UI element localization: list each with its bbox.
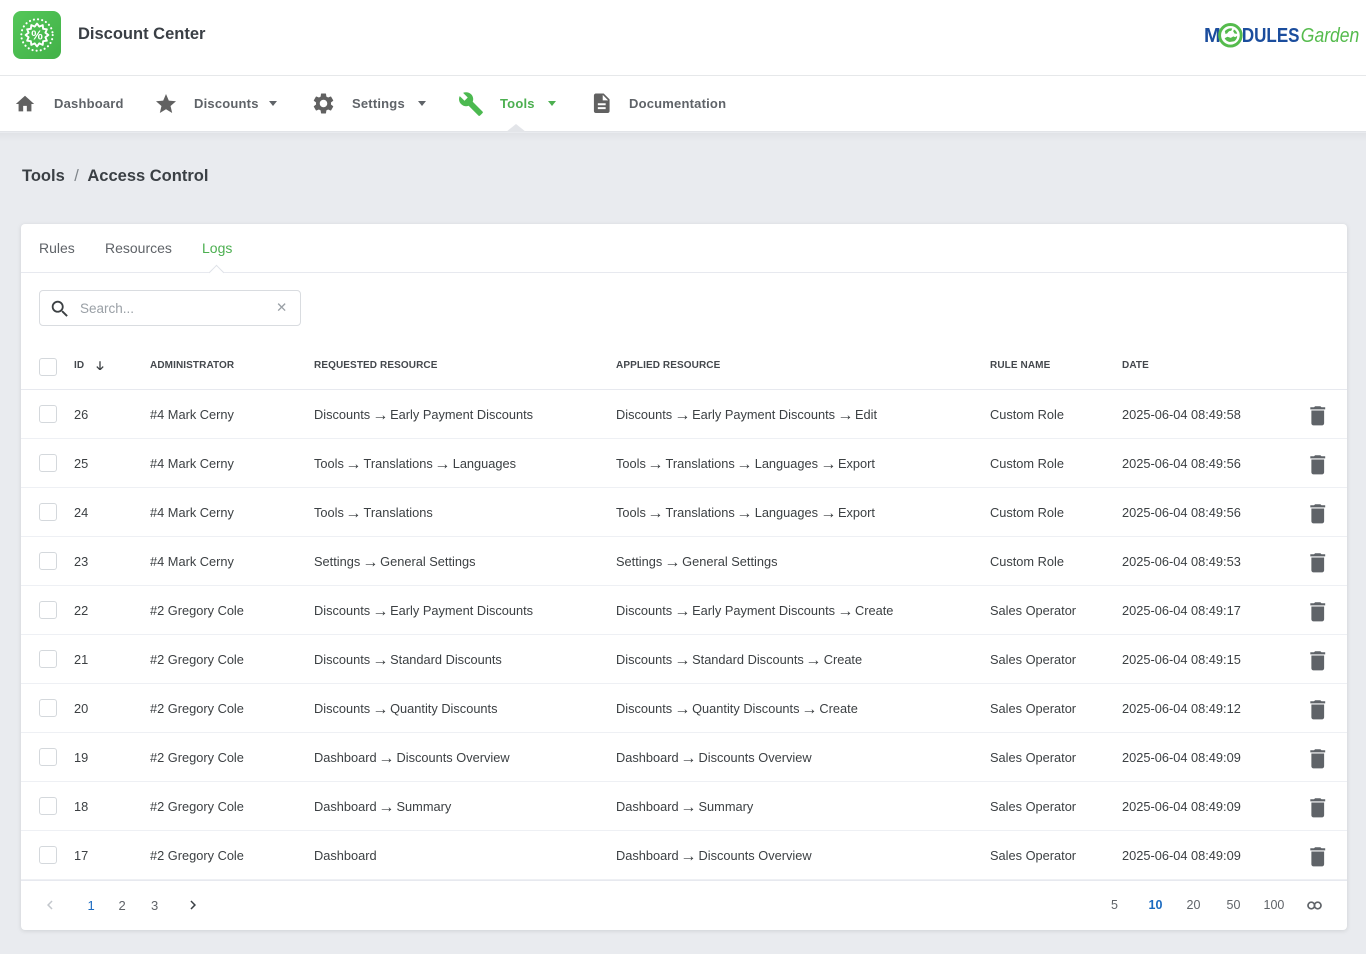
svg-text:%: % [31,28,43,43]
svg-text:Garden: Garden [1301,25,1359,47]
svg-text:DULES: DULES [1242,25,1300,47]
